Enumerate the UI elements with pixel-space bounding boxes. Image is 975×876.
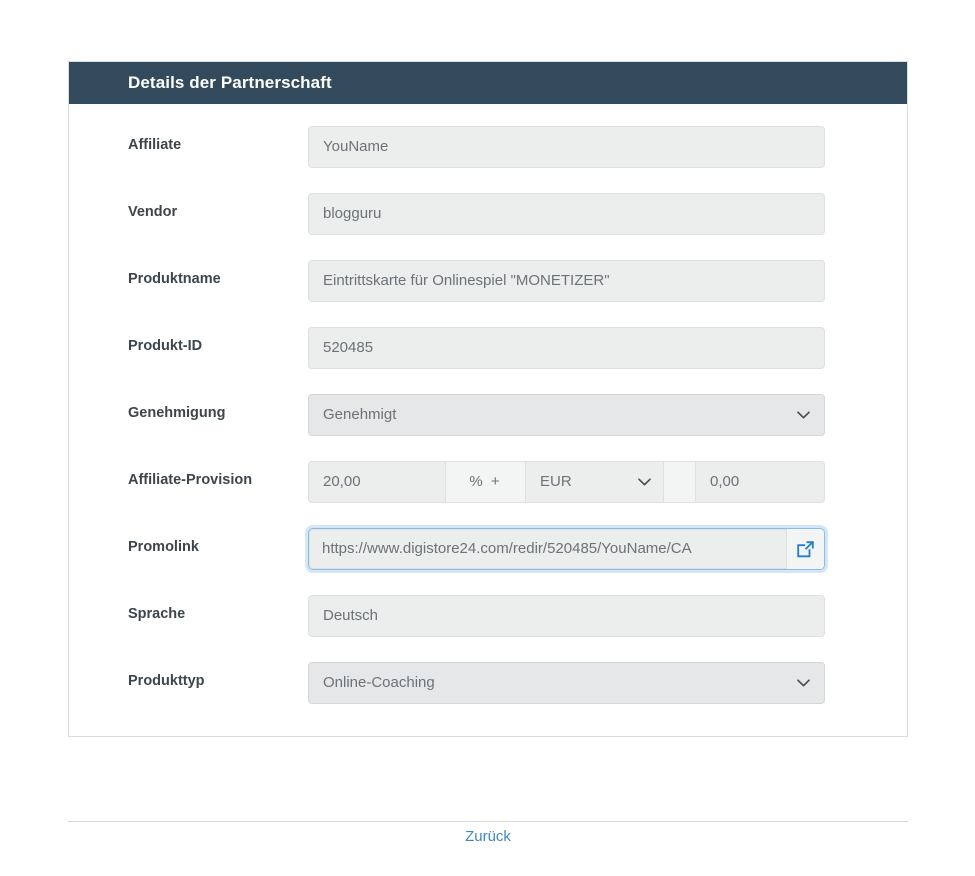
label-commission: Affiliate-Provision [128, 472, 253, 488]
approval-select-value: Genehmigt [323, 406, 397, 423]
footer-divider [68, 821, 908, 822]
form-row-affiliate: Affiliate YouName [69, 126, 907, 168]
page-root: Details der Partnerschaft Affiliate YouN… [0, 0, 975, 876]
promolink-input[interactable]: https://www.digistore24.com/redir/520485… [309, 529, 787, 569]
card-body: Affiliate YouName Vendor blogguru Produk… [69, 104, 907, 736]
commission-percent-plus-addon: % + [446, 461, 526, 503]
chevron-down-icon [638, 462, 651, 502]
field-wrap-product-type: Online-Coaching [308, 662, 825, 704]
field-wrap-product-name: Eintrittskarte für Onlinespiel "MONETIZE… [308, 260, 825, 302]
form-row-promolink: Promolink https://www.digistore24.com/re… [69, 528, 907, 570]
chevron-down-icon [797, 395, 810, 435]
field-wrap-affiliate: YouName [308, 126, 825, 168]
form-row-language: Sprache Deutsch [69, 595, 907, 637]
label-product-name: Produktname [128, 271, 221, 287]
label-promolink: Promolink [128, 539, 199, 555]
label-language: Sprache [128, 606, 186, 622]
vendor-input[interactable]: blogguru [308, 193, 825, 235]
product-type-select[interactable]: Online-Coaching [308, 662, 825, 704]
product-type-select-value: Online-Coaching [323, 674, 435, 691]
field-wrap-product-id: 520485 [308, 327, 825, 369]
language-input[interactable]: Deutsch [308, 595, 825, 637]
label-product-type: Produkttyp [128, 673, 205, 689]
field-wrap-promolink: https://www.digistore24.com/redir/520485… [308, 528, 825, 570]
label-product-id: Produkt-ID [128, 338, 203, 354]
label-vendor: Vendor [128, 204, 178, 220]
form-row-product-name: Produktname Eintrittskarte für Onlinespi… [69, 260, 907, 302]
product-id-input[interactable]: 520485 [308, 327, 825, 369]
commission-currency-select[interactable]: EUR [526, 461, 664, 503]
approval-select[interactable]: Genehmigt [308, 394, 825, 436]
footer: Zurück [68, 828, 908, 846]
promolink-open-button[interactable] [787, 529, 824, 569]
promolink-input-group: https://www.digistore24.com/redir/520485… [308, 528, 825, 570]
form-row-approval: Genehmigung Genehmigt [69, 394, 907, 436]
field-wrap-approval: Genehmigt [308, 394, 825, 436]
commission-rate-input[interactable]: 20,00 [308, 461, 446, 503]
page-title: Details der Partnerschaft [128, 73, 332, 92]
label-approval: Genehmigung [128, 405, 226, 421]
card-header: Details der Partnerschaft [69, 62, 907, 104]
commission-spacer-addon [664, 461, 696, 503]
product-name-input[interactable]: Eintrittskarte für Onlinespiel "MONETIZE… [308, 260, 825, 302]
back-link[interactable]: Zurück [465, 828, 511, 845]
form-row-product-id: Produkt-ID 520485 [69, 327, 907, 369]
commission-currency-value: EUR [540, 473, 572, 490]
chevron-down-icon [797, 663, 810, 703]
partnership-details-card: Details der Partnerschaft Affiliate YouN… [68, 61, 908, 737]
field-wrap-vendor: blogguru [308, 193, 825, 235]
field-wrap-commission: 20,00 % + EUR 0,00 [308, 461, 825, 503]
form-row-vendor: Vendor blogguru [69, 193, 907, 235]
form-row-commission: Affiliate-Provision 20,00 % + EUR 0,00 [69, 461, 907, 503]
commission-fixed-input[interactable]: 0,00 [696, 461, 825, 503]
commission-input-group: 20,00 % + EUR 0,00 [308, 461, 825, 503]
field-wrap-language: Deutsch [308, 595, 825, 637]
external-link-icon [796, 540, 815, 559]
label-affiliate: Affiliate [128, 137, 182, 153]
affiliate-input[interactable]: YouName [308, 126, 825, 168]
form-row-product-type: Produkttyp Online-Coaching [69, 662, 907, 704]
